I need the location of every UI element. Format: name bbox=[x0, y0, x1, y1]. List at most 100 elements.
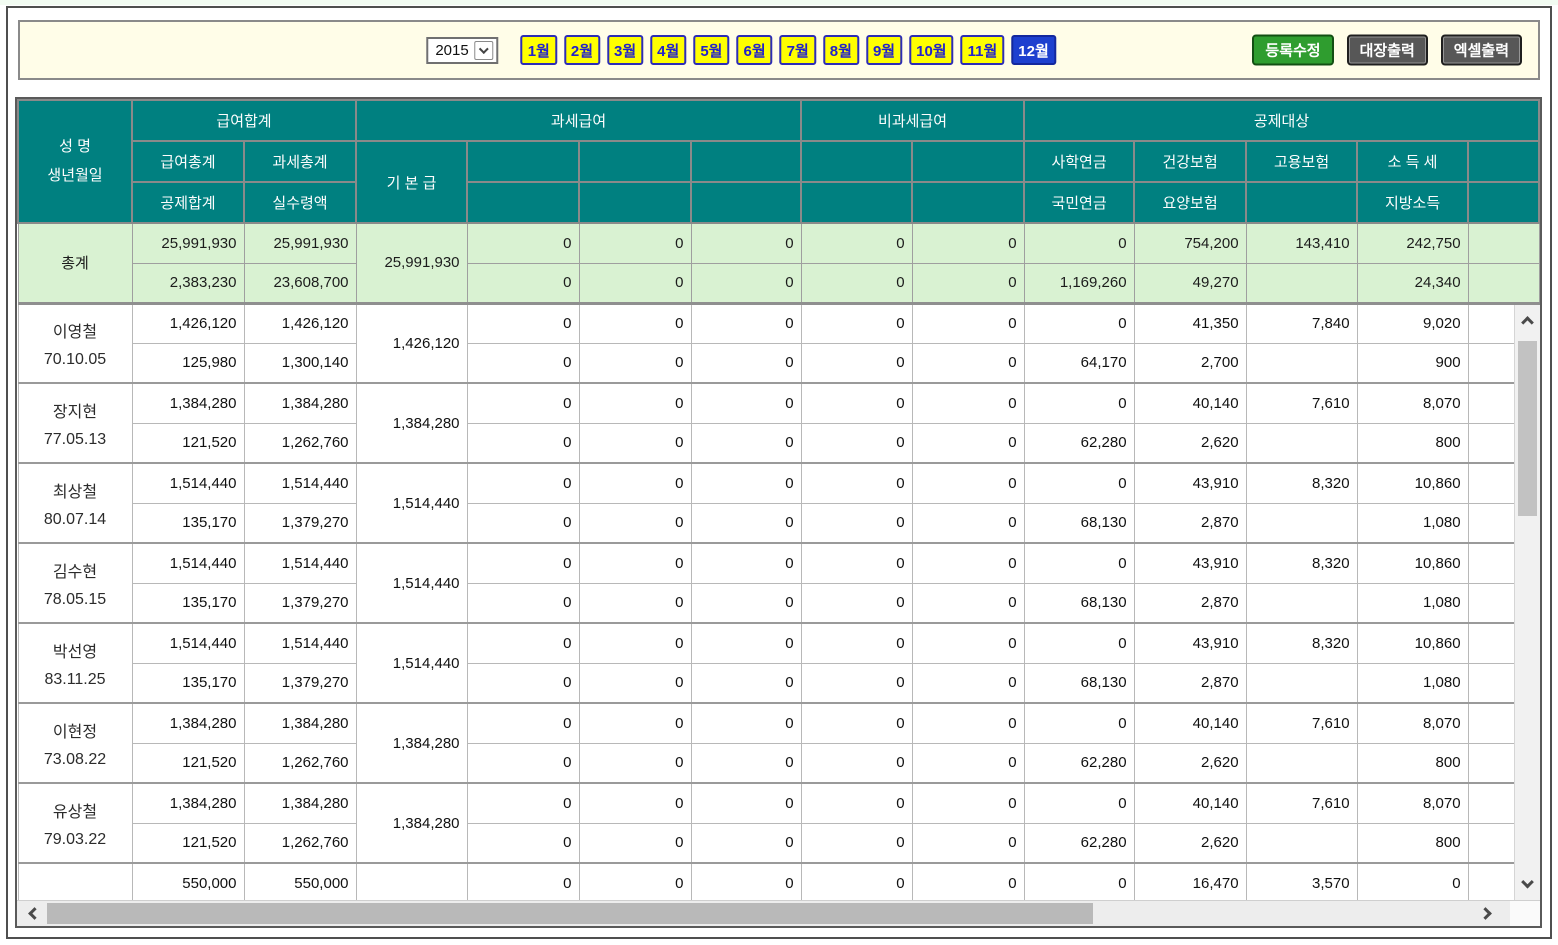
scroll-up-button[interactable] bbox=[1515, 307, 1540, 337]
detail-cell: 0 bbox=[1357, 863, 1468, 903]
detail-cell: 0 bbox=[912, 783, 1024, 823]
deduction-sum-cell: 135,170 bbox=[132, 503, 244, 543]
detail-cell: 0 bbox=[1024, 543, 1134, 583]
month-button-4[interactable]: 4월 bbox=[650, 35, 686, 65]
person-birthdate: 70.10.05 bbox=[19, 351, 132, 369]
person-birthdate: 79.03.22 bbox=[19, 831, 132, 849]
detail-cell: 7,610 bbox=[1246, 783, 1357, 823]
person-row: 장지현77.05.131,384,2801,384,2801,384,28000… bbox=[18, 383, 1539, 423]
detail-cell: 0 bbox=[912, 583, 1024, 623]
ledger-print-button[interactable]: 대장출력 bbox=[1347, 35, 1428, 66]
detail-cell bbox=[1246, 503, 1357, 543]
month-button-11[interactable]: 11월 bbox=[961, 35, 1005, 65]
totals-taxable-sum: 25,991,930 bbox=[244, 223, 356, 263]
header-empty bbox=[579, 141, 691, 182]
totals-cell: 242,750 bbox=[1357, 223, 1468, 263]
detail-cell: 800 bbox=[1357, 423, 1468, 463]
person-row: 박선영83.11.251,514,4401,514,4401,514,44000… bbox=[18, 623, 1539, 663]
person-name-cell: 최상철80.07.14 bbox=[18, 463, 132, 543]
detail-cell: 8,070 bbox=[1357, 383, 1468, 423]
person-row: 121,5201,262,7600000062,2802,620800 bbox=[18, 823, 1539, 863]
totals-label: 총계 bbox=[18, 223, 132, 303]
month-button-10[interactable]: 10월 bbox=[909, 35, 954, 65]
totals-cell: 49,270 bbox=[1134, 263, 1246, 303]
detail-cell: 0 bbox=[467, 543, 579, 583]
detail-cell: 41,350 bbox=[1134, 303, 1246, 343]
detail-cell: 8,070 bbox=[1357, 783, 1468, 823]
salary-sum-cell: 1,384,280 bbox=[132, 783, 244, 823]
totals-net-pay: 23,608,700 bbox=[244, 263, 356, 303]
detail-cell: 0 bbox=[1024, 383, 1134, 423]
detail-cell: 2,620 bbox=[1134, 423, 1246, 463]
detail-cell: 0 bbox=[801, 583, 912, 623]
month-button-5[interactable]: 5월 bbox=[693, 35, 729, 65]
chevron-down-icon bbox=[1521, 875, 1534, 888]
register-edit-button[interactable]: 등록수정 bbox=[1252, 35, 1333, 66]
month-button-9[interactable]: 9월 bbox=[866, 35, 902, 65]
detail-cell: 900 bbox=[1357, 343, 1468, 383]
detail-cell: 0 bbox=[801, 423, 912, 463]
detail-cell: 0 bbox=[691, 783, 801, 823]
toolbar-actions: 등록수정 대장출력 엑셀출력 bbox=[1252, 35, 1522, 66]
vertical-scrollbar[interactable] bbox=[1514, 305, 1540, 900]
detail-cell: 2,870 bbox=[1134, 503, 1246, 543]
detail-cell: 0 bbox=[579, 543, 691, 583]
excel-export-button[interactable]: 엑셀출력 bbox=[1441, 35, 1522, 66]
scroll-down-button[interactable] bbox=[1515, 868, 1540, 898]
detail-cell: 0 bbox=[801, 823, 912, 863]
detail-cell: 1,080 bbox=[1357, 503, 1468, 543]
person-row: 최상철80.07.141,514,4401,514,4401,514,44000… bbox=[18, 463, 1539, 503]
detail-cell: 0 bbox=[801, 703, 912, 743]
detail-cell: 0 bbox=[912, 463, 1024, 503]
detail-cell: 0 bbox=[801, 383, 912, 423]
month-button-7[interactable]: 7월 bbox=[780, 35, 816, 65]
scroll-left-button[interactable] bbox=[19, 901, 49, 926]
detail-cell: 0 bbox=[912, 423, 1024, 463]
month-button-6[interactable]: 6월 bbox=[736, 35, 772, 65]
month-button-12[interactable]: 12월 bbox=[1011, 35, 1056, 65]
person-row: 121,5201,262,7600000062,2802,620800 bbox=[18, 423, 1539, 463]
detail-cell: 0 bbox=[912, 543, 1024, 583]
detail-cell: 43,910 bbox=[1134, 543, 1246, 583]
detail-cell: 0 bbox=[579, 823, 691, 863]
month-button-1[interactable]: 1월 bbox=[521, 35, 557, 65]
detail-cell: 0 bbox=[912, 823, 1024, 863]
detail-cell: 16,470 bbox=[1134, 863, 1246, 903]
net-pay-cell: 1,262,760 bbox=[244, 823, 356, 863]
taxable-sum-cell: 1,384,280 bbox=[244, 783, 356, 823]
year-dropdown-button[interactable] bbox=[475, 41, 494, 60]
header-deduction-sum: 공제합계 bbox=[132, 182, 244, 223]
header-care-insurance: 요양보험 bbox=[1134, 182, 1246, 223]
detail-cell: 0 bbox=[801, 783, 912, 823]
detail-cell: 2,870 bbox=[1134, 663, 1246, 703]
month-button-2[interactable]: 2월 bbox=[564, 35, 600, 65]
detail-cell: 0 bbox=[579, 783, 691, 823]
header-empty bbox=[467, 141, 579, 182]
detail-cell: 2,620 bbox=[1134, 743, 1246, 783]
horizontal-scrollbar[interactable] bbox=[17, 900, 1540, 926]
totals-cell: 0 bbox=[801, 223, 912, 263]
detail-cell: 0 bbox=[467, 623, 579, 663]
person-row: 이영철70.10.051,426,1201,426,1201,426,12000… bbox=[18, 303, 1539, 343]
month-button-8[interactable]: 8월 bbox=[823, 35, 859, 65]
detail-cell: 0 bbox=[912, 743, 1024, 783]
vertical-scroll-thumb[interactable] bbox=[1518, 341, 1537, 516]
detail-cell: 0 bbox=[691, 583, 801, 623]
horizontal-scroll-thumb[interactable] bbox=[47, 903, 1093, 924]
header-empty bbox=[579, 182, 691, 223]
header-health-insurance: 건강보험 bbox=[1134, 141, 1246, 182]
detail-cell: 40,140 bbox=[1134, 383, 1246, 423]
detail-cell: 0 bbox=[912, 383, 1024, 423]
detail-cell: 8,070 bbox=[1357, 703, 1468, 743]
totals-cell: 0 bbox=[579, 223, 691, 263]
person-birthdate: 83.11.25 bbox=[19, 671, 132, 689]
detail-cell: 43,910 bbox=[1134, 623, 1246, 663]
scroll-right-button[interactable] bbox=[1470, 901, 1500, 926]
detail-cell: 0 bbox=[691, 743, 801, 783]
detail-cell: 0 bbox=[1024, 303, 1134, 343]
detail-cell: 1,080 bbox=[1357, 663, 1468, 703]
year-select[interactable]: 2015 bbox=[426, 37, 498, 64]
header-empty bbox=[912, 141, 1024, 182]
taxable-sum-cell: 1,514,440 bbox=[244, 463, 356, 503]
month-button-3[interactable]: 3월 bbox=[607, 35, 643, 65]
